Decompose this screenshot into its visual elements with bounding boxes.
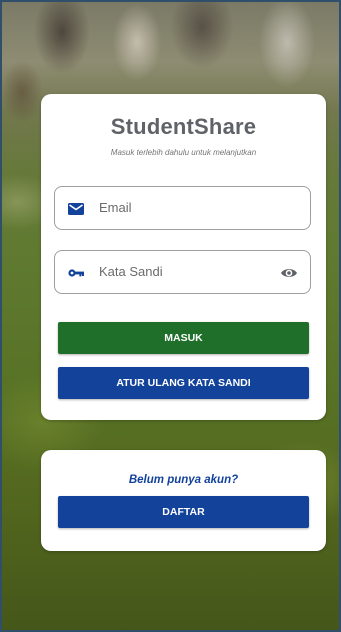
login-card: StudentShare Masuk terlebih dahulu untuk… (41, 94, 326, 420)
app-title: StudentShare (110, 114, 257, 139)
signup-card: Belum punya akun? DAFTAR (41, 450, 326, 551)
password-field[interactable]: Kata Sandi (54, 250, 311, 294)
login-button[interactable]: MASUK (58, 322, 309, 354)
login-screen: StudentShare Masuk terlebih dahulu untuk… (0, 0, 341, 632)
key-icon (68, 269, 84, 277)
email-placeholder: Email (99, 200, 132, 215)
reset-password-button[interactable]: ATUR ULANG KATA SANDI (58, 367, 309, 399)
eye-icon[interactable] (280, 264, 298, 282)
register-button[interactable]: DAFTAR (58, 496, 309, 528)
app-subtitle: Masuk terlebih dahulu untuk melanjutkan (110, 148, 257, 157)
signup-prompt: Belum punya akun? (128, 474, 239, 486)
email-field[interactable]: Email (54, 186, 311, 230)
password-placeholder: Kata Sandi (99, 264, 163, 279)
envelope-icon (68, 203, 84, 215)
